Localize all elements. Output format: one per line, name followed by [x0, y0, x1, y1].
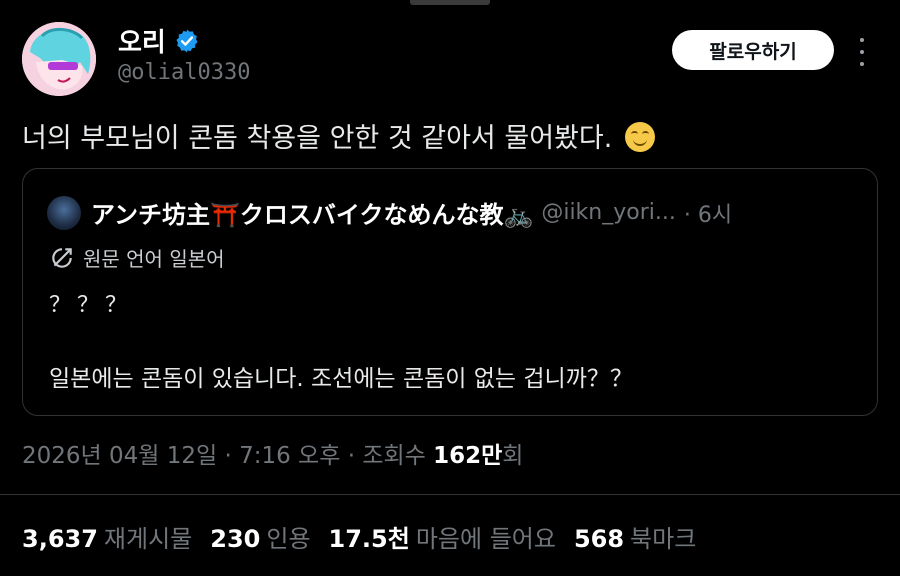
author-name[interactable]: 오리 [118, 22, 166, 59]
views-count: 162만 [433, 443, 503, 469]
quoted-avatar [47, 195, 81, 230]
quoted-tweet-time: · 6시 [683, 202, 733, 228]
reposts-label: 재게시물 [103, 525, 193, 553]
avatar[interactable] [22, 22, 96, 96]
tweet-metadata: 2026년 04월 12일 · 7:16 오후 · 조회수 162만회 [22, 436, 523, 470]
author-name-row: 오리 [118, 22, 200, 59]
views-suffix: 회 [502, 443, 524, 469]
reposts-count: 3,637 [22, 525, 98, 553]
quotes-stat[interactable]: 230 인용 [210, 519, 310, 554]
quoted-author-name: アンチ坊主⛩️クロスバイクなめんな教🚲 [91, 201, 534, 229]
quoted-tweet-header: アンチ坊主⛩️クロスバイクなめんな教🚲 @iikn_yori... · 6시 [47, 195, 732, 230]
quoted-text-line-2: 일본에는 콘돔이 있습니다. 조선에는 콘돔이 없는 겁니까？？ [49, 366, 633, 392]
bookmarks-stat[interactable]: 568 북마크 [574, 519, 696, 554]
bookmarks-label: 북마크 [630, 525, 697, 553]
tweet-text: 너의 부모님이 콘돔 착용을 안한 것 같아서 물어봤다. [22, 123, 613, 154]
tweet-text-row: 너의 부모님이 콘돔 착용을 안한 것 같아서 물어봤다. [22, 116, 655, 155]
likes-count: 17.5천 [328, 525, 410, 553]
engagement-stats: 3,637 재게시물 230 인용 17.5천 마음에 들어요 568 북마크 [22, 519, 696, 554]
more-options-icon[interactable] [852, 38, 872, 66]
quotes-count: 230 [210, 525, 261, 553]
bookmarks-count: 568 [573, 525, 625, 553]
smiling-face-emoji-icon [624, 122, 655, 152]
quoted-author-handle: @iikn_yori... [541, 200, 676, 225]
quoted-text-line-1: ？？？ [49, 293, 134, 318]
avatar-illustration [22, 22, 96, 96]
quoted-tweet[interactable]: アンチ坊主⛩️クロスバイクなめんな教🚲 @iikn_yori... · 6시 원… [22, 168, 878, 416]
divider [0, 494, 900, 495]
likes-stat[interactable]: 17.5천 마음에 들어요 [329, 519, 556, 554]
verified-badge-icon [176, 29, 198, 52]
translate-indicator[interactable]: 원문 언어 일본어 [49, 243, 225, 272]
quotes-label: 인용 [266, 525, 311, 553]
translate-icon [52, 247, 72, 268]
translate-label: 원문 언어 일본어 [83, 247, 225, 271]
tweet-date[interactable]: 2026년 04월 12일 · 7:16 오후 · 조회수 [22, 443, 426, 469]
author-handle[interactable]: @olial0330 [118, 60, 250, 85]
likes-label: 마음에 들어요 [415, 525, 556, 553]
drag-handle [410, 0, 490, 5]
reposts-stat[interactable]: 3,637 재게시물 [22, 519, 192, 554]
follow-button[interactable]: 팔로우하기 [672, 30, 834, 70]
